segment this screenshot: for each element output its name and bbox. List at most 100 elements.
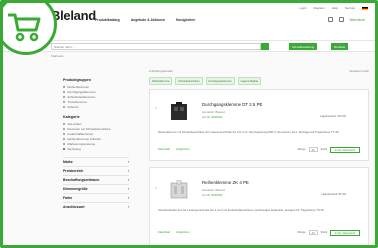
filter-option[interactable]: Zubehör — [63, 105, 129, 109]
search-input[interactable] — [51, 43, 261, 50]
compare-link[interactable]: Vergleichen — [176, 231, 190, 234]
checkbox[interactable] — [63, 85, 66, 89]
filter-group-title: Produktgruppen — [63, 78, 91, 82]
filter-collapse-procurement[interactable]: Beschaffungszeitraum › — [63, 175, 129, 184]
filter-option[interactable]: Klemmen mit Schraubanschluss — [63, 127, 129, 131]
filter-option[interactable]: Schutzleiterklemmen — [63, 95, 129, 99]
product-actions: Datenblatt Vergleichen Menge 10 Stück In… — [158, 229, 360, 236]
chevron-down-icon: › — [127, 169, 129, 173]
chevron-down-icon: › — [127, 160, 129, 164]
filter-option[interactable]: Durchgangsklemmen — [63, 90, 129, 94]
filter-chip[interactable]: Reihenklemme — [149, 77, 173, 85]
filter-option-label: Alle Artikel — [67, 122, 82, 126]
results-toolbar: 2 Artikel gefunden Sortieren nach — [149, 69, 369, 75]
utility-service[interactable]: Service — [345, 6, 355, 10]
product-description: Reihenklemme mit Schraubanschluss für Le… — [158, 130, 340, 134]
filter-option[interactable]: Werkzeug — [63, 147, 129, 151]
filter-chip[interactable]: Durchgangsklemme — [205, 77, 235, 85]
search-row: Schnellbestellung Merkliste — [3, 41, 375, 52]
quick-order-button[interactable]: Schnellbestellung — [289, 43, 317, 50]
chevron-down-icon: › — [127, 187, 129, 191]
checkbox[interactable] — [63, 137, 66, 141]
filter-option-label: Federkraftklemmen — [67, 132, 94, 136]
checkbox[interactable] — [63, 147, 66, 151]
product-card: › Durchgangsklemme DT 2.5 PE Hersteller:… — [149, 89, 369, 161]
filter-collapse-connection[interactable]: Anschlussart › — [63, 202, 129, 211]
chevron-down-icon: › — [127, 205, 129, 209]
filter-sidebar: Produktgruppen Reihenklemmen Durchgangsk… — [63, 78, 129, 211]
quantity-input[interactable]: 10 — [308, 230, 318, 235]
checkbox[interactable] — [63, 122, 66, 126]
product-title[interactable]: Durchgangsklemme DT 2.5 PE — [202, 102, 262, 107]
filter-collapse-label: Marke — [63, 160, 73, 164]
cart-link[interactable]: Warenkorb — [350, 18, 365, 22]
product-description: Schutzleiterklemme für Leiterquerschnitt… — [158, 208, 325, 212]
filter-chip[interactable]: Schraubanschluss — [175, 77, 203, 85]
filter-option[interactable]: Reihenklemmen Zubehör — [63, 137, 129, 141]
product-card: › Reihenklemme ZK 4 PE Hersteller: Blela… — [149, 167, 369, 245]
filter-option-label: Trennklemmen — [67, 100, 88, 104]
compare-link[interactable]: Vergleichen — [176, 148, 190, 151]
checkbox[interactable] — [63, 100, 66, 104]
filter-chip[interactable]: Lagerverfügbar — [237, 77, 262, 85]
watchlist-button[interactable]: Merkliste — [331, 43, 349, 50]
utility-login[interactable]: Login — [299, 6, 306, 10]
checkbox[interactable] — [63, 127, 66, 131]
datasheet-link[interactable]: Datenblatt — [158, 148, 170, 151]
filter-option-label: Reihenklemmen — [67, 85, 90, 89]
search-button[interactable] — [261, 43, 269, 50]
datasheet-link[interactable]: Datenblatt — [158, 231, 170, 234]
filter-option[interactable]: Reihenklemmen — [63, 85, 129, 89]
product-manufacturer: Hersteller: Bleland — [202, 110, 225, 114]
filter-collapse-label: Preisbereich — [63, 169, 84, 173]
utility-help[interactable]: Help — [332, 6, 338, 10]
add-to-cart-button[interactable]: In den Warenkorb — [330, 229, 360, 236]
product-article-number: Art.-Nr. 8026352 — [202, 193, 223, 197]
chevron-right-icon[interactable]: › — [155, 106, 157, 112]
product-actions: Datenblatt Vergleichen Menge 10 Stück In… — [158, 146, 360, 153]
add-to-cart-button[interactable]: In den Warenkorb — [330, 146, 360, 153]
nav-item-news[interactable]: Neuigkeiten — [176, 18, 195, 22]
product-image[interactable] — [168, 180, 190, 200]
utility-register[interactable]: Register — [314, 6, 325, 10]
breadcrumb[interactable]: Startseite — [51, 54, 64, 58]
filter-collapse-size[interactable]: Klemmengröße › — [63, 184, 129, 193]
filter-option[interactable]: Trennklemmen — [63, 100, 129, 104]
shopping-cart-icon — [8, 13, 41, 42]
filter-collapse-color[interactable]: Farbe › — [63, 193, 129, 202]
product-title[interactable]: Reihenklemme ZK 4 PE — [202, 180, 249, 185]
header-actions: Warenkorb — [327, 17, 365, 22]
product-manufacturer: Hersteller: Bleland — [202, 188, 225, 192]
filter-collapse-price[interactable]: Preisbereich › — [63, 166, 129, 175]
filter-option[interactable]: Markierungssysteme — [63, 142, 129, 146]
language-flag-icon[interactable] — [362, 6, 369, 10]
brand-logo[interactable]: Bleland — [51, 8, 96, 23]
quantity-input[interactable]: 10 — [308, 147, 318, 152]
product-article-number: Art.-Nr. 8026341 — [202, 115, 223, 119]
checkbox[interactable] — [63, 132, 66, 136]
filter-collapse-label: Klemmengröße — [63, 187, 88, 191]
product-image[interactable] — [168, 102, 190, 122]
user-icon[interactable] — [327, 17, 333, 22]
results-header: 2 Artikel gefunden Sortieren nach Reihen… — [149, 69, 369, 85]
filter-option[interactable]: Alle Artikel — [63, 122, 129, 126]
nav-item-catalog[interactable]: Produktkatalog — [95, 18, 120, 22]
filter-group-product-groups: Produktgruppen Reihenklemmen Durchgangsk… — [63, 78, 129, 109]
chevron-right-icon[interactable]: › — [155, 186, 157, 192]
unit-label: Stück — [320, 148, 328, 151]
checkbox[interactable] — [63, 142, 66, 146]
checkbox[interactable] — [63, 95, 66, 99]
filter-option[interactable]: Federkraftklemmen — [63, 132, 129, 136]
product-stock: Lagerbestand: 120 Stk — [319, 115, 346, 118]
filter-collapse-brand[interactable]: Marke › — [63, 157, 129, 166]
filter-option-label: Markierungssysteme — [67, 142, 96, 146]
filter-option-label: Klemmen mit Schraubanschluss — [67, 127, 111, 131]
checkbox[interactable] — [63, 90, 66, 94]
checkbox[interactable] — [63, 105, 66, 109]
nav-item-offers[interactable]: Angebote & Aktionen — [131, 18, 165, 22]
filter-option-label: Reihenklemmen Zubehör — [67, 137, 102, 141]
chevron-down-icon: › — [127, 196, 129, 200]
heart-icon[interactable] — [338, 17, 344, 22]
sort-select[interactable]: Sortieren nach — [349, 69, 369, 75]
filter-group-title: Kategorie — [63, 115, 80, 119]
